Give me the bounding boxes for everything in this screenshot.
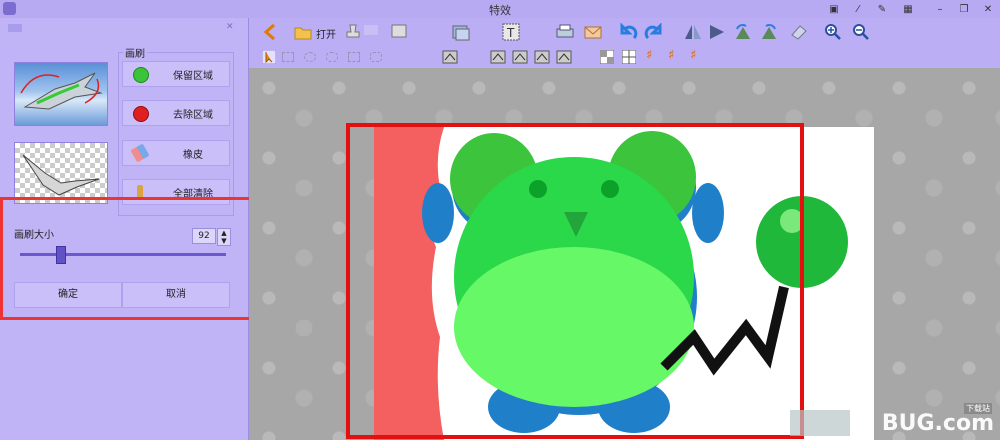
pattern2-icon[interactable] bbox=[490, 50, 506, 64]
checker-icon[interactable] bbox=[600, 50, 614, 64]
text-icon[interactable]: T bbox=[502, 23, 520, 41]
annotation-highlight-rect bbox=[0, 197, 284, 320]
canvas-annotation-rect bbox=[346, 123, 804, 439]
eraser-button[interactable]: 橡皮 bbox=[122, 140, 230, 166]
redo-icon[interactable] bbox=[644, 23, 662, 41]
green-dot-icon bbox=[133, 67, 149, 83]
close-icon[interactable]: ✕ bbox=[980, 1, 996, 17]
ellipse-select-icon[interactable] bbox=[304, 52, 316, 62]
keep-area-button[interactable]: 保留区域 bbox=[122, 61, 230, 87]
panel-header-icon bbox=[8, 24, 22, 32]
skin-icon[interactable]: ▣ bbox=[826, 1, 842, 17]
theme-icon[interactable]: ▦ bbox=[900, 1, 916, 17]
pattern5-icon[interactable] bbox=[556, 50, 572, 64]
original-thumbnail[interactable] bbox=[14, 62, 108, 126]
back-arrow-icon[interactable] bbox=[262, 23, 280, 41]
rect-select-icon[interactable] bbox=[282, 52, 294, 62]
stamp-icon[interactable] bbox=[344, 23, 362, 41]
result-thumbnail[interactable] bbox=[14, 142, 108, 204]
selection-tools bbox=[282, 52, 432, 62]
svg-text:T: T bbox=[506, 26, 515, 40]
remove-area-button[interactable]: 去除区域 bbox=[122, 100, 230, 126]
hash1-icon[interactable]: ♯ bbox=[646, 48, 652, 63]
eraser-icon bbox=[130, 143, 150, 163]
rotate-right-icon[interactable] bbox=[760, 23, 778, 41]
minimize-icon[interactable]: – bbox=[932, 1, 948, 17]
hash3-icon[interactable]: ♯ bbox=[690, 48, 696, 63]
panel-close-icon[interactable]: ✕ bbox=[226, 22, 234, 32]
disabled-label bbox=[364, 25, 378, 35]
magic-select-icon[interactable] bbox=[370, 52, 382, 62]
pencil-icon[interactable]: ✎ bbox=[874, 1, 890, 17]
flip-horizontal-icon[interactable] bbox=[684, 23, 702, 41]
image-icon[interactable] bbox=[452, 23, 470, 41]
watermark-shape bbox=[790, 410, 850, 436]
open-label[interactable]: 打开 bbox=[316, 26, 336, 41]
pattern3-icon[interactable] bbox=[512, 50, 528, 64]
settings-icon[interactable]: ⁄ bbox=[850, 1, 866, 17]
mail-icon[interactable] bbox=[584, 23, 602, 41]
grid-icon[interactable] bbox=[622, 50, 636, 64]
undo-icon[interactable] bbox=[620, 23, 638, 41]
polygon-select-icon[interactable] bbox=[348, 52, 360, 62]
lasso-icon[interactable] bbox=[326, 52, 338, 62]
stamp2-icon[interactable] bbox=[390, 23, 408, 41]
watermark-logo: Q BUG.com bbox=[855, 411, 995, 436]
select-arrow-icon[interactable] bbox=[262, 50, 276, 64]
printer-icon[interactable] bbox=[556, 23, 574, 41]
pattern1-icon[interactable] bbox=[442, 50, 458, 64]
maximize-icon[interactable]: ❐ bbox=[956, 1, 972, 17]
open-folder-icon[interactable] bbox=[294, 23, 312, 41]
hash2-icon[interactable]: ♯ bbox=[668, 48, 674, 63]
red-dot-icon bbox=[133, 106, 149, 122]
rotate-left-icon[interactable] bbox=[734, 23, 752, 41]
zoom-out-icon[interactable] bbox=[852, 23, 870, 41]
zoom-in-icon[interactable] bbox=[824, 23, 842, 41]
flip-vertical-icon[interactable] bbox=[708, 23, 726, 41]
pattern4-icon[interactable] bbox=[534, 50, 550, 64]
eraser-tool-icon[interactable] bbox=[790, 23, 808, 41]
brush-group-label: 画刷 bbox=[123, 45, 147, 60]
